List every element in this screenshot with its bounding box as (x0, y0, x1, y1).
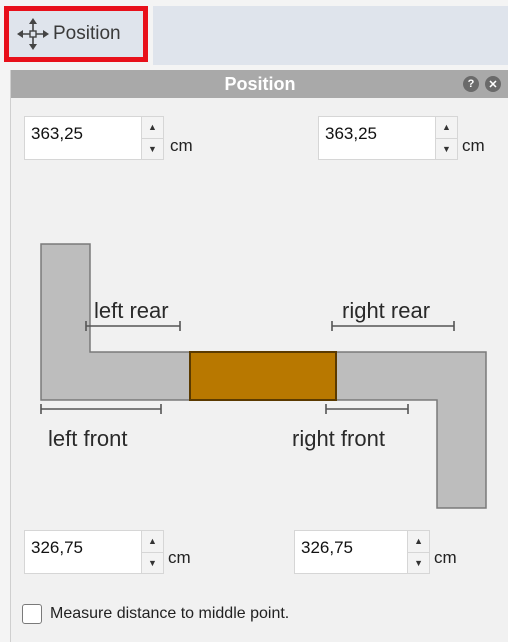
up-arrow-icon[interactable]: ▲ (408, 531, 429, 553)
right-front-input: ▲ ▼ (294, 523, 430, 574)
measure-middle-checkbox[interactable]: Measure distance to middle point. (22, 604, 289, 624)
left-rear-label: left rear (94, 298, 169, 323)
cabinet-item (189, 351, 337, 401)
down-arrow-icon[interactable]: ▼ (408, 552, 429, 573)
down-arrow-icon[interactable]: ▼ (141, 552, 163, 573)
right-front-field[interactable] (295, 523, 408, 573)
left-front-field[interactable] (25, 523, 141, 573)
checkbox-box[interactable] (22, 604, 42, 624)
left-front-stepper: ▲ ▼ (140, 531, 163, 573)
right-rear-label: right rear (342, 298, 431, 323)
left-front-input: ▲ ▼ (24, 523, 164, 574)
right-front-unit: cm (434, 548, 457, 567)
left-front-unit: cm (168, 548, 191, 567)
right-front-label: right front (292, 426, 385, 451)
up-arrow-icon[interactable]: ▲ (141, 531, 163, 553)
checkbox-label: Measure distance to middle point. (50, 605, 290, 622)
right-front-stepper: ▲ ▼ (407, 531, 429, 573)
left-front-label: left front (48, 426, 128, 451)
